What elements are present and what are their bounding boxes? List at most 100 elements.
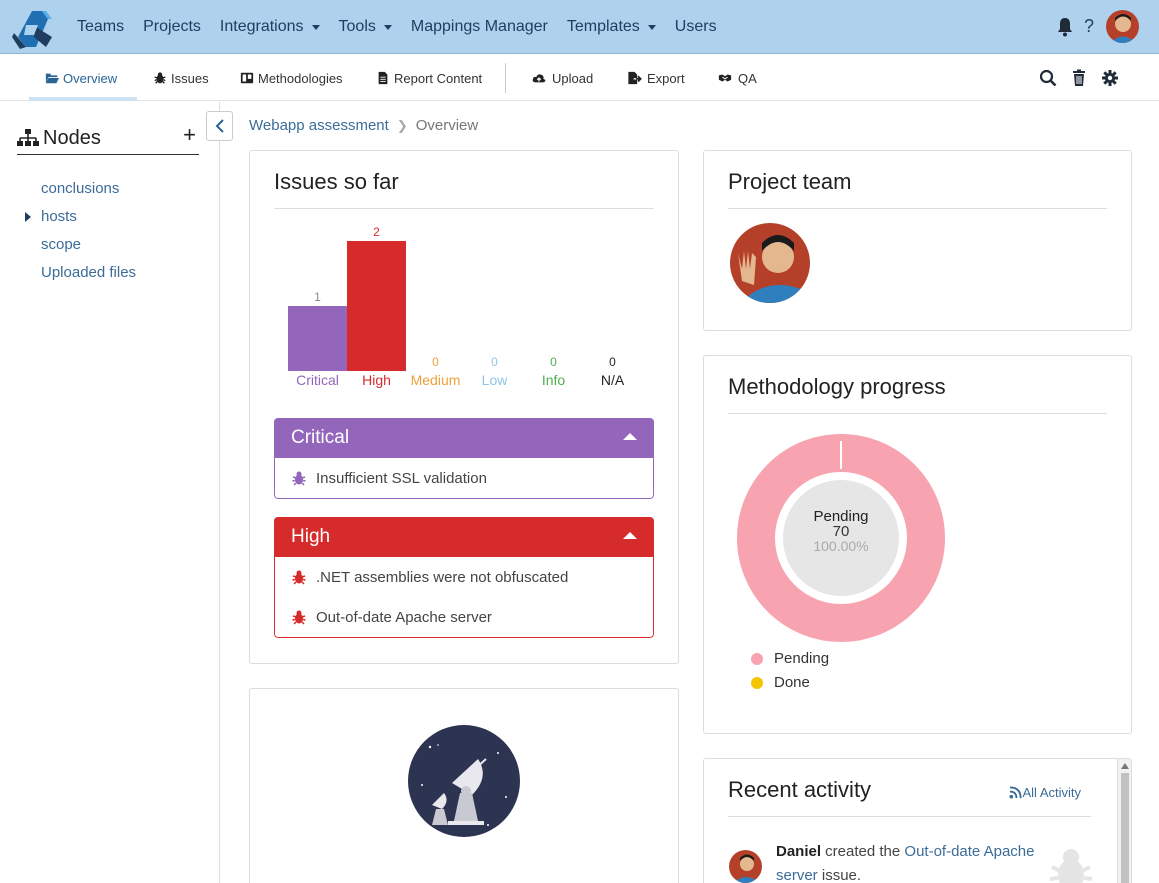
handshake-icon [718, 74, 732, 82]
tree-node-conclusions[interactable]: conclusions [41, 180, 136, 208]
issue-item[interactable]: Out-of-date Apache server [275, 597, 653, 637]
methodology-donut-chart[interactable]: Pending 70 100.00% [736, 433, 946, 643]
gear-icon[interactable] [1101, 69, 1119, 87]
tab-issues[interactable]: Issues [153, 55, 209, 101]
project-team-title: Project team [728, 169, 852, 194]
category-label: High [362, 372, 391, 388]
nav-users[interactable]: Users [675, 18, 717, 36]
bug-icon [292, 570, 306, 585]
nav-teams[interactable]: Teams [77, 18, 124, 36]
recent-activity-title: Recent activity [728, 777, 872, 802]
collapse-sidebar-button[interactable] [206, 111, 233, 141]
high-panel-header[interactable]: High [274, 517, 654, 557]
chevron-down-icon [311, 24, 320, 30]
file-export-icon [628, 71, 642, 85]
nav-mappings-manager[interactable]: Mappings Manager [411, 18, 548, 36]
all-activity-link[interactable]: All Activity [1009, 785, 1081, 800]
recent-activity-card: Recent activity All Activity Daniel crea… [703, 758, 1132, 883]
subnav-divider [505, 63, 506, 93]
active-tab-indicator [29, 97, 137, 101]
chevron-up-icon [623, 532, 637, 539]
bar-high[interactable] [347, 241, 406, 371]
top-navbar: Teams Projects Integrations Tools Mappin… [0, 0, 1159, 54]
expand-caret-icon[interactable] [25, 212, 31, 222]
methodology-progress-card: Methodology progress Pending 70 100.00% … [703, 355, 1132, 734]
activity-scrollbar[interactable] [1117, 759, 1131, 883]
bar-value-label: 0 [550, 355, 557, 369]
activity-user-avatar [729, 850, 762, 883]
subnav-tools [1026, 69, 1119, 87]
add-node-button[interactable]: + [183, 122, 196, 148]
breadcrumb-current: Overview [415, 117, 479, 134]
tab-upload[interactable]: Upload [530, 55, 593, 101]
legend-pending[interactable]: Pending [751, 650, 829, 667]
issue-item[interactable]: Insufficient SSL validation [275, 458, 653, 498]
bar-value-label: 0 [491, 355, 498, 369]
card-divider [728, 413, 1107, 414]
category-label: Critical [296, 372, 339, 388]
chevron-up-icon [623, 433, 637, 440]
legend-dot [751, 676, 763, 689]
high-issues-panel: High .NET assemblies were not obfuscated… [274, 517, 654, 638]
board-icon [240, 72, 254, 84]
document-icon [378, 71, 388, 85]
bar-value-label: 0 [609, 355, 616, 369]
trash-icon[interactable] [1070, 69, 1088, 87]
nav-templates[interactable]: Templates [567, 18, 656, 36]
satellite-dish-icon [408, 725, 520, 837]
bar-critical[interactable] [288, 306, 347, 371]
nav-integrations[interactable]: Integrations [220, 18, 320, 36]
breadcrumb: Webapp assessment ❯ Overview [249, 117, 478, 134]
critical-panel-header[interactable]: Critical [274, 418, 654, 458]
nodes-sidebar: Nodes + conclusions hosts scope Uploaded… [0, 102, 220, 883]
bug-icon [154, 72, 166, 84]
tree-node-hosts[interactable]: hosts [25, 208, 136, 236]
category-label: Medium [411, 372, 461, 388]
chevron-down-icon [383, 24, 392, 30]
team-member-avatar[interactable] [730, 223, 810, 303]
chevron-down-icon [647, 24, 656, 30]
activity-user[interactable]: Daniel [776, 843, 821, 860]
breadcrumb-project-link[interactable]: Webapp assessment [249, 117, 389, 134]
nav-projects[interactable]: Projects [143, 18, 201, 36]
bug-icon [292, 471, 306, 486]
nav-tools[interactable]: Tools [339, 18, 392, 36]
bar-value-label: 0 [432, 355, 439, 369]
project-subnav: Overview Issues Methodologies Report Con… [0, 55, 1159, 101]
nodes-title: Nodes [43, 126, 101, 149]
bug-watermark-icon [1049, 849, 1093, 883]
category-label: Info [542, 372, 566, 388]
app-logo-icon[interactable] [12, 7, 54, 51]
search-icon[interactable] [1039, 69, 1057, 87]
tree-node-uploaded-files[interactable]: Uploaded files [41, 264, 136, 292]
tab-report-content[interactable]: Report Content [376, 55, 482, 101]
issues-card: Issues so far 1 Critical 2 High 0 Medium 0 Low 0… [249, 150, 679, 664]
avatar-image [1106, 10, 1139, 43]
scrollbar-thumb[interactable] [1121, 773, 1129, 883]
nav-right-tools: ? [1056, 10, 1139, 43]
legend-done[interactable]: Done [751, 674, 810, 691]
tree-node-scope[interactable]: scope [41, 236, 136, 264]
tab-overview[interactable]: Overview [45, 55, 117, 101]
donut-center-percent: 100.00% [813, 538, 868, 554]
main-menu: Teams Projects Integrations Tools Mappin… [77, 0, 736, 54]
bell-icon[interactable] [1056, 17, 1074, 37]
tab-export[interactable]: Export [626, 55, 685, 101]
rss-icon [1009, 786, 1023, 799]
sitemap-icon [17, 129, 39, 146]
issue-item[interactable]: .NET assemblies were not obfuscated [275, 557, 653, 597]
chevron-right-icon: ❯ [396, 117, 408, 133]
high-panel-body: .NET assemblies were not obfuscated Out-… [274, 557, 654, 638]
bug-icon [292, 610, 306, 625]
project-team-card: Project team [703, 150, 1132, 331]
bar-value-label: 1 [314, 290, 321, 304]
category-label: N/A [601, 372, 625, 388]
tab-methodologies[interactable]: Methodologies [240, 55, 343, 101]
scroll-up-icon[interactable] [1121, 763, 1129, 769]
issues-bar-chart: 1 Critical 2 High 0 Medium 0 Low 0 Info 0 N/A [288, 225, 625, 388]
tab-qa[interactable]: QA [716, 55, 757, 101]
help-icon[interactable]: ? [1084, 16, 1094, 37]
critical-panel-body: Insufficient SSL validation [274, 458, 654, 499]
user-avatar[interactable] [1106, 10, 1139, 43]
card-divider [728, 816, 1091, 817]
